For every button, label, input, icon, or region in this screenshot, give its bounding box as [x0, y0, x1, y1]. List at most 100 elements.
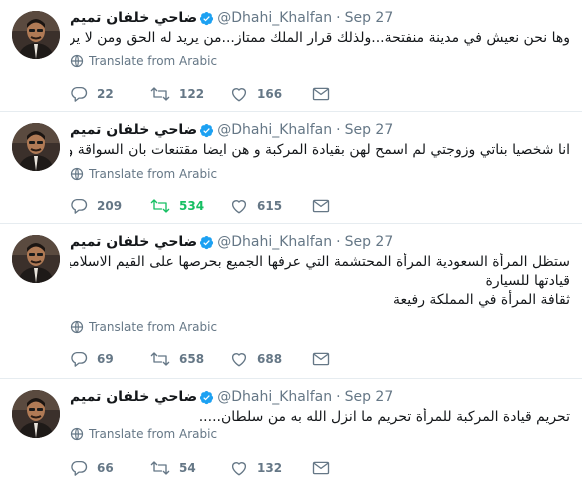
reply-count: 69 — [97, 352, 114, 366]
display-name[interactable]: ضاحي خلفان تميم — [70, 10, 197, 26]
reply-icon — [70, 350, 88, 368]
tweet-text: انا شخصيا بناتي وزوجتي لم اسمح لهن بقياد… — [70, 141, 570, 160]
tweet-text-line: انا شخصيا بناتي وزوجتي لم اسمح لهن بقياد… — [70, 142, 570, 158]
translate-label[interactable]: Translate from Arabic — [89, 320, 217, 334]
user-handle[interactable]: @Dhahi_Khalfan — [217, 122, 332, 138]
tweet-text-line: وها نحن نعيش في مدينة منفتحة...ولذلك قرا… — [70, 30, 570, 46]
reply-count: 209 — [97, 199, 123, 213]
retweet-button[interactable]: 534 — [150, 197, 230, 215]
tweet-date-link[interactable]: Sep 27 — [345, 122, 394, 138]
retweet-button[interactable]: 54 — [150, 459, 230, 477]
reply-icon — [70, 459, 88, 477]
envelope-icon — [312, 351, 330, 367]
translate-label[interactable]: Translate from Arabic — [89, 54, 217, 68]
translate-link[interactable]: Translate from Arabic — [70, 425, 217, 443]
retweet-icon — [150, 197, 170, 215]
tweet-actions: 69 658 688 — [70, 347, 330, 371]
direct-message-button[interactable] — [312, 460, 330, 476]
translate-link[interactable]: Translate from Arabic — [70, 318, 217, 336]
globe-icon — [70, 320, 84, 334]
retweet-button[interactable]: 658 — [150, 350, 230, 368]
retweet-button[interactable]: 122 — [150, 85, 230, 103]
like-button[interactable]: 166 — [230, 85, 312, 103]
verified-badge-icon — [199, 123, 214, 138]
header-separator: · — [336, 234, 341, 250]
heart-icon — [230, 197, 248, 215]
tweet-actions: 22 122 166 — [70, 82, 330, 106]
display-name[interactable]: ضاحي خلفان تميم — [70, 234, 197, 250]
tweet-text-line: قيادتها للسيارة — [485, 273, 570, 289]
like-count: 615 — [257, 199, 283, 213]
avatar[interactable] — [12, 11, 60, 59]
header-separator: · — [336, 10, 341, 26]
direct-message-button[interactable] — [312, 86, 330, 102]
tweet-1[interactable]: ضاحي خلفان تميم @Dhahi_Khalfan · Sep 27 … — [0, 0, 582, 112]
heart-icon — [230, 85, 248, 103]
envelope-icon — [312, 460, 330, 476]
translate-link[interactable]: Translate from Arabic — [70, 165, 217, 183]
tweet-header: ضاحي خلفان تميم @Dhahi_Khalfan · Sep 27 — [70, 8, 572, 28]
display-name[interactable]: ضاحي خلفان تميم — [70, 389, 197, 405]
verified-badge-icon — [199, 11, 214, 26]
verified-badge-icon — [199, 235, 214, 250]
tweet-2[interactable]: ضاحي خلفان تميم @Dhahi_Khalfan · Sep 27 … — [0, 112, 582, 224]
tweet-actions: 66 54 132 — [70, 456, 330, 480]
like-button[interactable]: 132 — [230, 459, 312, 477]
user-handle[interactable]: @Dhahi_Khalfan — [217, 234, 332, 250]
tweet-header: ضاحي خلفان تميم @Dhahi_Khalfan · Sep 27 — [70, 387, 572, 407]
avatar[interactable] — [12, 123, 60, 171]
retweet-count: 534 — [179, 199, 205, 213]
avatar[interactable] — [12, 235, 60, 283]
envelope-icon — [312, 198, 330, 214]
retweet-icon — [150, 459, 170, 477]
translate-label[interactable]: Translate from Arabic — [89, 167, 217, 181]
like-count: 132 — [257, 461, 283, 475]
like-count: 166 — [257, 87, 283, 101]
avatar[interactable] — [12, 390, 60, 438]
envelope-icon — [312, 86, 330, 102]
reply-icon — [70, 85, 88, 103]
reply-icon — [70, 197, 88, 215]
tweet-text-line: ستظل المرأة السعودية المرأة المحتشمة الت… — [70, 254, 570, 270]
retweet-count: 54 — [179, 461, 196, 475]
reply-button[interactable]: 69 — [70, 350, 150, 368]
reply-count: 66 — [97, 461, 114, 475]
reply-button[interactable]: 66 — [70, 459, 150, 477]
tweet-feed: ضاحي خلفان تميم @Dhahi_Khalfan · Sep 27 … — [0, 0, 582, 489]
globe-icon — [70, 167, 84, 181]
like-button[interactable]: 615 — [230, 197, 312, 215]
tweet-text: وها نحن نعيش في مدينة منفتحة...ولذلك قرا… — [70, 29, 570, 48]
like-count: 688 — [257, 352, 283, 366]
tweet-header: ضاحي خلفان تميم @Dhahi_Khalfan · Sep 27 — [70, 120, 572, 140]
header-separator: · — [336, 389, 341, 405]
tweet-3[interactable]: ضاحي خلفان تميم @Dhahi_Khalfan · Sep 27 … — [0, 224, 582, 379]
tweet-date-link[interactable]: Sep 27 — [345, 234, 394, 250]
tweet-date-link[interactable]: Sep 27 — [345, 10, 394, 26]
reply-button[interactable]: 22 — [70, 85, 150, 103]
user-handle[interactable]: @Dhahi_Khalfan — [217, 389, 332, 405]
translate-link[interactable]: Translate from Arabic — [70, 52, 217, 70]
retweet-icon — [150, 85, 170, 103]
tweet-4[interactable]: ضاحي خلفان تميم @Dhahi_Khalfan · Sep 27 … — [0, 379, 582, 489]
heart-icon — [230, 350, 248, 368]
tweet-date-link[interactable]: Sep 27 — [345, 389, 394, 405]
globe-icon — [70, 54, 84, 68]
tweet-actions: 209 534 615 — [70, 194, 330, 218]
user-handle[interactable]: @Dhahi_Khalfan — [217, 10, 332, 26]
reply-count: 22 — [97, 87, 114, 101]
tweet-text-line: ثقافة المرأة في المملكة رفيعة — [393, 292, 570, 308]
heart-icon — [230, 459, 248, 477]
header-separator: · — [336, 122, 341, 138]
verified-badge-icon — [199, 390, 214, 405]
translate-label[interactable]: Translate from Arabic — [89, 427, 217, 441]
direct-message-button[interactable] — [312, 351, 330, 367]
retweet-icon — [150, 350, 170, 368]
retweet-count: 122 — [179, 87, 205, 101]
like-button[interactable]: 688 — [230, 350, 312, 368]
retweet-count: 658 — [179, 352, 205, 366]
tweet-text: ستظل المرأة السعودية المرأة المحتشمة الت… — [70, 253, 570, 310]
tweet-header: ضاحي خلفان تميم @Dhahi_Khalfan · Sep 27 — [70, 232, 572, 252]
direct-message-button[interactable] — [312, 198, 330, 214]
display-name[interactable]: ضاحي خلفان تميم — [70, 122, 197, 138]
reply-button[interactable]: 209 — [70, 197, 150, 215]
